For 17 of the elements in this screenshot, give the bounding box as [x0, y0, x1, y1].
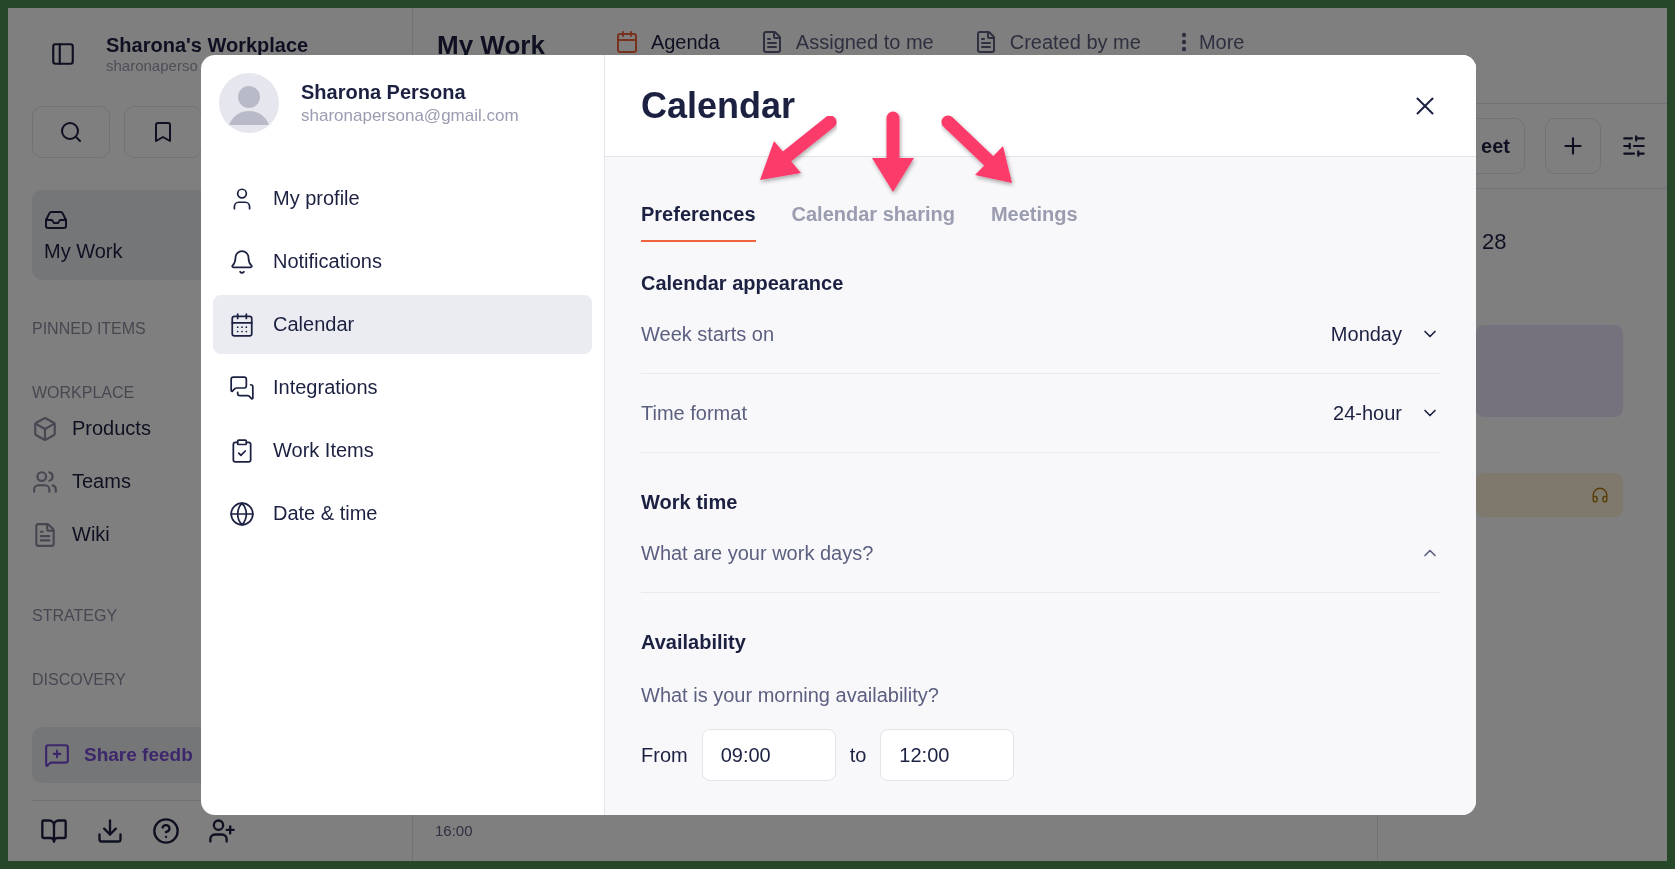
- setting-label: What is your morning availability?: [641, 684, 939, 707]
- setting-label: Time format: [641, 401, 747, 425]
- time-label: 16:00: [435, 822, 473, 839]
- setting-label: Week starts on: [641, 322, 775, 346]
- section-heading: Calendar appearance: [641, 272, 844, 295]
- from-label: From: [641, 743, 688, 767]
- section-label: WORKPLACE: [32, 384, 135, 402]
- section-heading: Work time: [641, 491, 738, 514]
- section-label: DISCOVERY: [32, 671, 126, 689]
- section-label: STRATEGY: [32, 607, 118, 625]
- user-name: Sharona Persona: [301, 80, 467, 104]
- date-label: 28: [1481, 229, 1507, 255]
- section-heading: Availability: [641, 631, 746, 654]
- section-label: PINNED ITEMS: [32, 320, 146, 338]
- panel-title: Calendar: [641, 84, 796, 127]
- to-label: to: [849, 743, 867, 767]
- user-email: sharonapersona@gmail.com: [301, 105, 519, 126]
